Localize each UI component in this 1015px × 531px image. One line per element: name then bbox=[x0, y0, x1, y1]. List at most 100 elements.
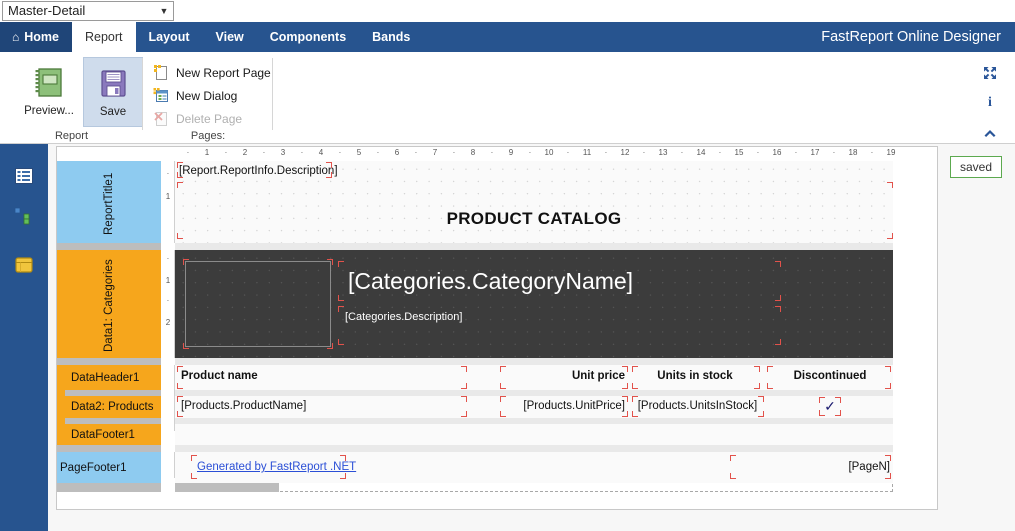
sidebar-item-report-tree[interactable] bbox=[11, 205, 37, 231]
band-data-footer[interactable] bbox=[175, 424, 893, 445]
new-report-page-label: New Report Page bbox=[176, 65, 271, 80]
hruler-tick: 12 bbox=[620, 148, 630, 157]
left-sidebar bbox=[0, 144, 48, 531]
object-report-title-text[interactable]: PRODUCT CATALOG bbox=[175, 209, 893, 229]
object-generated-by-link[interactable]: Generated by FastReport .NET bbox=[197, 461, 356, 473]
tab-view-label: View bbox=[215, 30, 244, 44]
band-separator[interactable] bbox=[57, 483, 161, 492]
tab-view[interactable]: View bbox=[203, 22, 257, 52]
vertical-ruler-nested bbox=[161, 365, 175, 431]
hruler-tick: 7 bbox=[432, 148, 438, 157]
band-label-text: PageFooter1 bbox=[60, 461, 127, 474]
home-icon: ⌂ bbox=[12, 30, 20, 44]
tab-components-label: Components bbox=[269, 30, 347, 44]
hruler-tick: 11 bbox=[582, 148, 592, 157]
new-page-icon bbox=[151, 64, 171, 82]
nested-band-stripe bbox=[57, 365, 65, 445]
save-button-label: Save bbox=[99, 106, 127, 118]
preview-book-icon bbox=[34, 63, 64, 103]
sidebar-item-data-sources[interactable] bbox=[11, 254, 37, 280]
new-dialog-button[interactable]: New Dialog bbox=[151, 84, 237, 107]
object-header-product-name[interactable]: Product name bbox=[181, 370, 258, 382]
ribbon-group-report: Preview... Save Report bbox=[0, 52, 143, 144]
ribbon-tab-bar: ⌂ Home Report Layout View Components Band… bbox=[0, 22, 1015, 52]
info-icon[interactable]: i bbox=[979, 92, 1001, 114]
band-data1-categories[interactable]: [Categories.CategoryName] [Categories.De… bbox=[175, 250, 893, 358]
band-separator[interactable] bbox=[57, 243, 161, 250]
object-data-product-name[interactable]: [Products.ProductName] bbox=[181, 400, 306, 412]
report-selector-value: Master-Detail bbox=[8, 3, 86, 18]
band-data-header[interactable]: Product name Unit price Units in stock D… bbox=[175, 365, 893, 390]
object-category-description[interactable]: [Categories.Description] bbox=[345, 311, 462, 323]
object-data-discontinued-checkbox[interactable]: ✓ bbox=[771, 398, 889, 415]
band-label-report-title[interactable]: ReportTitle1 bbox=[57, 161, 161, 243]
hruler-tick: 4 bbox=[318, 148, 324, 157]
band-separator[interactable] bbox=[57, 445, 161, 452]
hruler-tick: 8 bbox=[470, 148, 476, 157]
hruler-tick: 3 bbox=[280, 148, 286, 157]
band-label-page-footer[interactable]: PageFooter1 bbox=[57, 452, 161, 483]
vruler-tick: 1 bbox=[165, 192, 171, 201]
tab-home[interactable]: ⌂ Home bbox=[0, 22, 72, 52]
save-button[interactable]: Save bbox=[83, 57, 143, 127]
tab-report[interactable]: Report bbox=[71, 22, 136, 52]
chevron-up-icon[interactable] bbox=[979, 122, 1001, 144]
band-label-data1-categories[interactable]: Data1: Categories bbox=[57, 250, 161, 358]
ribbon-group-pages-label: Pages: bbox=[190, 130, 226, 142]
designer-window: Master-Detail ▼ ⌂ Home Report Layout View… bbox=[0, 0, 1015, 531]
report-selector[interactable]: Master-Detail ▼ bbox=[2, 1, 174, 21]
chevron-down-icon: ▼ bbox=[159, 6, 169, 16]
delete-page-button[interactable]: Delete Page bbox=[151, 107, 242, 130]
fullscreen-icon[interactable] bbox=[979, 62, 1001, 84]
hruler-tick: 5 bbox=[356, 148, 362, 157]
sidebar-item-properties[interactable] bbox=[11, 165, 37, 191]
object-data-units-in-stock[interactable]: [Products.UnitsInStock] bbox=[635, 400, 760, 412]
group-separator bbox=[272, 58, 273, 130]
hruler-tick: 2 bbox=[242, 148, 248, 157]
preview-button[interactable]: Preview... bbox=[19, 57, 79, 127]
band-label-data2-products[interactable]: Data2: Products bbox=[65, 396, 161, 418]
object-category-name[interactable]: [Categories.CategoryName] bbox=[348, 268, 633, 295]
new-dialog-label: New Dialog bbox=[176, 88, 238, 103]
band-label-text: Data2: Products bbox=[71, 401, 154, 413]
design-surface[interactable]: · 1 · 2 · 3 · 4 · 5 · 6 · 7 · 8 · 9 · 10 bbox=[56, 146, 938, 510]
band-label-text: DataFooter1 bbox=[71, 428, 135, 441]
vruler-tick: · bbox=[166, 169, 170, 178]
app-title: FastReport Online Designer bbox=[821, 29, 1001, 45]
band-data2-products[interactable]: [Products.ProductName] [Products.UnitPri… bbox=[175, 396, 893, 418]
report-tree-icon bbox=[14, 207, 34, 230]
work-area: saved · 1 · 2 · 3 · 4 · 5 · 6 · 7 · 8 · bbox=[48, 144, 1015, 531]
hruler-tick: 18 bbox=[848, 148, 858, 157]
vertical-ruler-report-title: · 1 bbox=[161, 161, 175, 243]
band-label-data-header[interactable]: DataHeader1 bbox=[65, 365, 161, 390]
object-page-number[interactable]: [PageN] bbox=[735, 461, 890, 473]
category-picture-box[interactable] bbox=[185, 261, 331, 347]
properties-list-icon bbox=[15, 167, 33, 189]
object-header-unit-price[interactable]: Unit price bbox=[505, 370, 625, 382]
hruler-tick: 14 bbox=[696, 148, 706, 157]
vertical-ruler-page-footer bbox=[161, 452, 175, 478]
band-report-title[interactable]: [Report.ReportInfo.Description] PRODUCT … bbox=[175, 161, 893, 243]
object-data-unit-price[interactable]: [Products.UnitPrice] bbox=[505, 400, 625, 412]
hruler-tick: 1 bbox=[204, 148, 210, 157]
ribbon-group-report-label: Report bbox=[54, 130, 89, 142]
top-bar: Master-Detail ▼ bbox=[0, 0, 1015, 22]
band-label-text: ReportTitle1 bbox=[103, 172, 115, 236]
tab-layout[interactable]: Layout bbox=[136, 22, 203, 52]
tab-bands[interactable]: Bands bbox=[359, 22, 423, 52]
object-header-discontinued[interactable]: Discontinued bbox=[771, 370, 889, 382]
band-page-footer[interactable]: Generated by FastReport .NET [PageN] bbox=[175, 452, 893, 483]
floppy-disk-icon bbox=[98, 64, 128, 104]
object-report-description[interactable]: [Report.ReportInfo.Description] bbox=[179, 165, 338, 177]
band-separator[interactable] bbox=[57, 358, 161, 365]
band-label-data-footer[interactable]: DataFooter1 bbox=[65, 424, 161, 445]
tab-components[interactable]: Components bbox=[257, 22, 359, 52]
hruler-tick: 15 bbox=[734, 148, 744, 157]
horizontal-scrollbar[interactable] bbox=[175, 483, 279, 492]
vruler-tick: 2 bbox=[165, 318, 171, 327]
report-canvas[interactable]: [Report.ReportInfo.Description] PRODUCT … bbox=[175, 161, 937, 509]
ribbon-group-pages: New Report Page New Dialog Delete Page P… bbox=[143, 52, 273, 144]
new-report-page-button[interactable]: New Report Page bbox=[151, 61, 271, 84]
band-gap bbox=[175, 358, 893, 365]
object-header-units-in-stock[interactable]: Units in stock bbox=[635, 370, 755, 382]
